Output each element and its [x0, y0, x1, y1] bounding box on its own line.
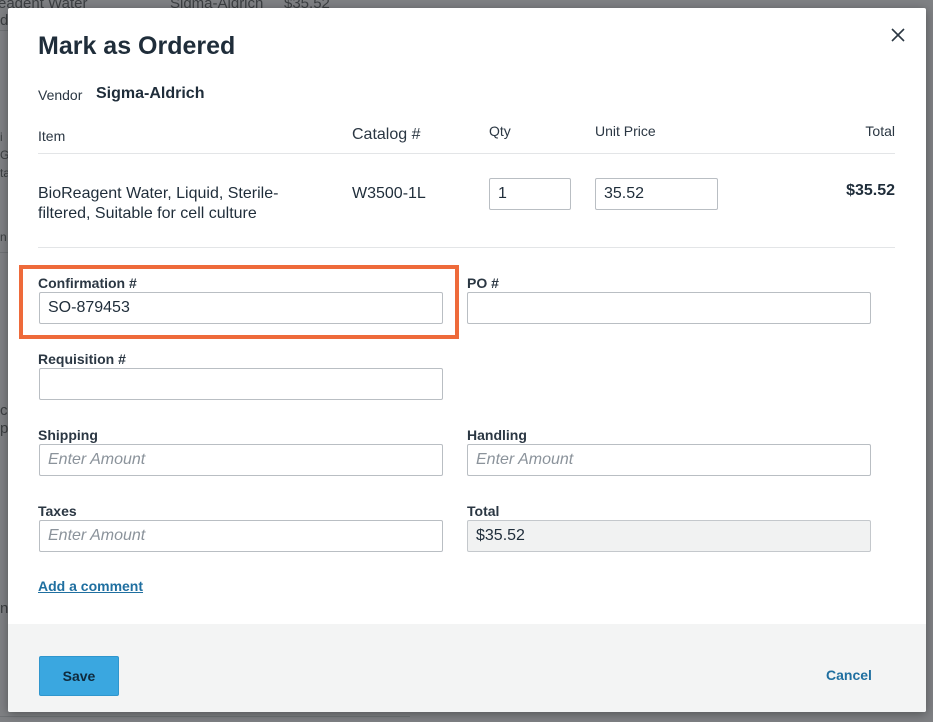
qty-input[interactable] — [489, 178, 571, 210]
column-header-item: Item — [38, 128, 66, 144]
requisition-label: Requisition # — [38, 351, 126, 367]
confirmation-input[interactable] — [39, 292, 443, 324]
column-header-total: Total — [865, 123, 895, 139]
bg-divider — [0, 716, 410, 717]
modal-title: Mark as Ordered — [38, 32, 236, 60]
mark-as-ordered-modal: Mark as Ordered Vendor Sigma-Aldrich Ite… — [8, 8, 926, 712]
line-item-total: $35.52 — [846, 182, 895, 199]
shipping-input[interactable] — [39, 444, 443, 476]
total-label: Total — [467, 503, 500, 519]
close-button[interactable] — [888, 25, 908, 45]
po-label: PO # — [467, 275, 499, 291]
column-header-catalog: Catalog # — [352, 126, 421, 143]
total-input — [467, 520, 871, 552]
line-item-catalog: W3500-1L — [352, 185, 426, 202]
confirmation-label: Confirmation # — [38, 275, 137, 291]
add-comment-link[interactable]: Add a comment — [38, 578, 143, 594]
handling-label: Handling — [467, 427, 527, 443]
close-icon — [891, 28, 905, 42]
cancel-button[interactable]: Cancel — [826, 667, 872, 683]
column-header-unit-price: Unit Price — [595, 123, 656, 139]
po-input[interactable] — [467, 292, 871, 324]
requisition-input[interactable] — [39, 368, 443, 400]
line-item-name: BioReagent Water, Liquid, Sterile-filter… — [38, 185, 279, 222]
modal-footer: Save Cancel — [8, 624, 926, 712]
bg-divider — [0, 30, 8, 31]
header-divider — [38, 153, 895, 154]
bg-fragment: n — [0, 230, 7, 244]
vendor-value: Sigma-Aldrich — [96, 85, 205, 102]
vendor-label: Vendor — [38, 87, 83, 103]
bg-fragment: i — [0, 130, 3, 144]
bg-fragment: c — [0, 402, 8, 419]
row-divider — [38, 247, 895, 248]
unit-price-input[interactable] — [595, 178, 718, 210]
handling-input[interactable] — [467, 444, 871, 476]
bg-divider — [0, 252, 8, 253]
save-button[interactable]: Save — [39, 656, 119, 696]
taxes-label: Taxes — [38, 503, 77, 519]
shipping-label: Shipping — [38, 427, 98, 443]
taxes-input[interactable] — [39, 520, 443, 552]
column-header-qty: Qty — [489, 123, 511, 139]
